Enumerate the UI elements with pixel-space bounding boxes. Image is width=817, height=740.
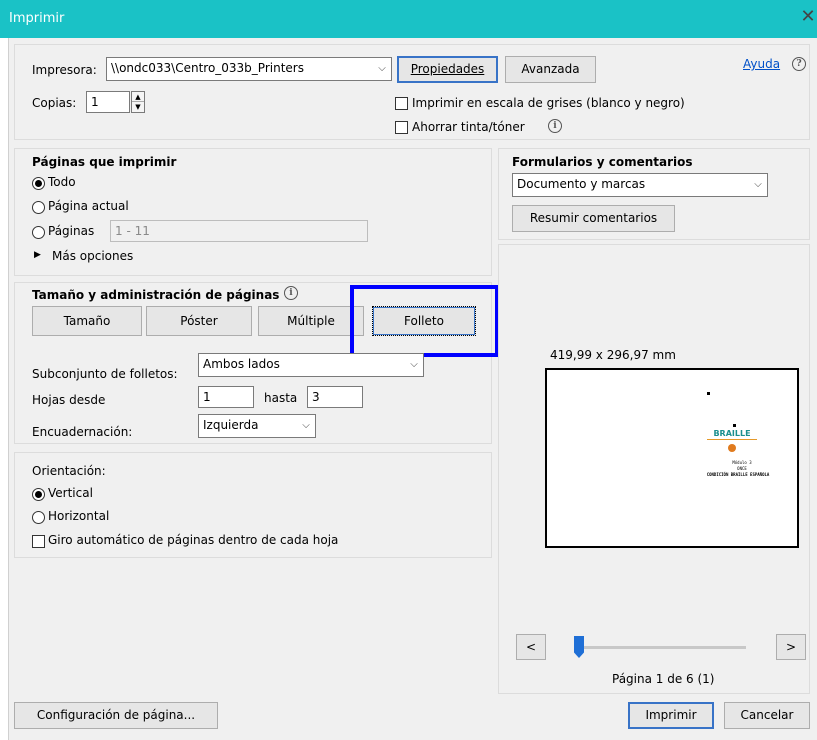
preview-mark bbox=[707, 392, 710, 395]
save-ink-label: Ahorrar tinta/tóner bbox=[412, 120, 525, 134]
forms-value: Documento y marcas bbox=[517, 177, 646, 191]
stepper-up-icon[interactable]: ▲ bbox=[132, 92, 144, 102]
close-icon[interactable]: ✕ bbox=[798, 6, 817, 27]
help-link[interactable]: Ayuda bbox=[743, 57, 780, 71]
booklet-subset-value: Ambos lados bbox=[203, 357, 280, 371]
grayscale-label: Imprimir en escala de grises (blanco y n… bbox=[412, 96, 685, 110]
binding-label: Encuadernación: bbox=[32, 425, 133, 439]
title-bar: Imprimir ✕ bbox=[0, 0, 817, 38]
sheets-to-input[interactable]: 3 bbox=[307, 386, 363, 408]
copies-value: 1 bbox=[91, 95, 99, 109]
preview-dimensions: 419,99 x 296,97 mm bbox=[550, 348, 676, 362]
binding-value: Izquierda bbox=[203, 418, 259, 432]
cancel-label: Cancelar bbox=[740, 708, 794, 722]
help-icon[interactable]: ? bbox=[792, 57, 806, 71]
page-setup-label: Configuración de página... bbox=[36, 708, 196, 722]
preview-line3: CONDICIÓN BRAILLE ESPAÑOLA bbox=[706, 472, 770, 477]
pages-title: Páginas que imprimir bbox=[32, 155, 177, 169]
preview-line2: ONCE bbox=[737, 466, 747, 471]
stepper-down-icon[interactable]: ▼ bbox=[132, 102, 144, 112]
window-title: Imprimir bbox=[9, 11, 65, 26]
orientation-portrait-radio[interactable] bbox=[32, 488, 45, 501]
size-button[interactable]: Tamaño bbox=[32, 306, 142, 336]
pages-range-input[interactable]: 1 - 11 bbox=[110, 220, 368, 242]
properties-label: Propiedades bbox=[410, 62, 485, 76]
size-label: Tamaño bbox=[63, 314, 111, 328]
pages-range-radio[interactable] bbox=[32, 226, 45, 239]
booklet-subset-label: Subconjunto de folletos: bbox=[32, 367, 178, 381]
preview-slider-track[interactable] bbox=[574, 646, 746, 649]
poster-label: Póster bbox=[180, 314, 218, 328]
sheets-to-value: 3 bbox=[312, 390, 320, 404]
sheets-to-label: hasta bbox=[264, 391, 298, 405]
booklet-subset-select[interactable]: Ambos lados ⌵ bbox=[198, 353, 424, 377]
orientation-landscape-radio[interactable] bbox=[32, 511, 45, 524]
auto-rotate-label: Giro automático de páginas dentro de cad… bbox=[48, 533, 339, 547]
multiple-button[interactable]: Múltiple bbox=[258, 306, 364, 336]
orientation-landscape-label: Horizontal bbox=[48, 509, 110, 523]
printer-value: \\ondc033\Centro_033b_Printers bbox=[111, 61, 304, 75]
poster-button[interactable]: Póster bbox=[146, 306, 252, 336]
print-label: Imprimir bbox=[645, 708, 697, 722]
preview-mark bbox=[733, 424, 736, 427]
pages-all-label: Todo bbox=[48, 175, 76, 189]
multiple-label: Múltiple bbox=[287, 314, 335, 328]
advanced-label: Avanzada bbox=[521, 62, 580, 76]
more-options-toggle[interactable]: ▶ bbox=[34, 250, 41, 260]
preview-line1: Módulo 3 bbox=[732, 460, 752, 465]
pages-all-radio[interactable] bbox=[32, 177, 45, 190]
copies-stepper[interactable]: ▲ ▼ bbox=[131, 91, 145, 113]
chevron-left-icon: < bbox=[525, 640, 537, 654]
sheets-from-value: 1 bbox=[203, 390, 211, 404]
preview-logo-icon bbox=[728, 444, 736, 452]
chevron-down-icon: ⌵ bbox=[378, 63, 386, 74]
sheets-from-label: Hojas desde bbox=[32, 393, 106, 407]
copies-input[interactable]: 1 bbox=[86, 91, 130, 113]
printer-label: Impresora: bbox=[32, 63, 97, 77]
preview-logo: BRAILLE bbox=[707, 428, 757, 440]
pages-range-placeholder: 1 - 11 bbox=[115, 224, 150, 238]
sizing-title: Tamaño y administración de páginas bbox=[32, 288, 280, 302]
grayscale-checkbox[interactable] bbox=[395, 97, 408, 110]
summarize-label: Resumir comentarios bbox=[529, 211, 658, 225]
orientation-portrait-label: Vertical bbox=[48, 486, 93, 500]
binding-select[interactable]: Izquierda ⌵ bbox=[198, 414, 316, 438]
info-icon[interactable]: i bbox=[284, 286, 298, 300]
summarize-comments-button[interactable]: Resumir comentarios bbox=[512, 205, 675, 232]
save-ink-checkbox[interactable] bbox=[395, 121, 408, 134]
properties-button[interactable]: Propiedades bbox=[397, 56, 498, 83]
pages-range-label: Páginas bbox=[48, 224, 95, 238]
sheets-from-input[interactable]: 1 bbox=[198, 386, 254, 408]
cancel-button[interactable]: Cancelar bbox=[724, 702, 810, 729]
printer-select[interactable]: \\ondc033\Centro_033b_Printers ⌵ bbox=[106, 57, 392, 81]
pages-current-radio[interactable] bbox=[32, 201, 45, 214]
page-setup-button[interactable]: Configuración de página... bbox=[14, 702, 218, 729]
preview-page: BRAILLE Módulo 3 ONCE CONDICIÓN BRAILLE … bbox=[545, 368, 799, 548]
more-options-label[interactable]: Más opciones bbox=[52, 249, 133, 263]
preview-page-status: Página 1 de 6 (1) bbox=[612, 672, 715, 686]
orientation-title: Orientación: bbox=[32, 464, 106, 478]
preview-prev-button[interactable]: < bbox=[516, 634, 546, 660]
copies-label: Copias: bbox=[32, 96, 77, 110]
info-icon[interactable]: i bbox=[548, 119, 562, 133]
chevron-down-icon: ⌵ bbox=[754, 179, 762, 190]
auto-rotate-checkbox[interactable] bbox=[32, 535, 45, 548]
pages-current-label: Página actual bbox=[48, 199, 129, 213]
booklet-highlight bbox=[350, 285, 499, 357]
chevron-right-icon: > bbox=[785, 640, 797, 654]
chevron-down-icon: ⌵ bbox=[410, 359, 418, 370]
advanced-button[interactable]: Avanzada bbox=[505, 56, 596, 83]
chevron-down-icon: ⌵ bbox=[302, 420, 310, 431]
print-button[interactable]: Imprimir bbox=[628, 702, 714, 729]
preview-next-button[interactable]: > bbox=[776, 634, 806, 660]
forms-select[interactable]: Documento y marcas ⌵ bbox=[512, 173, 768, 197]
forms-title: Formularios y comentarios bbox=[512, 155, 693, 169]
